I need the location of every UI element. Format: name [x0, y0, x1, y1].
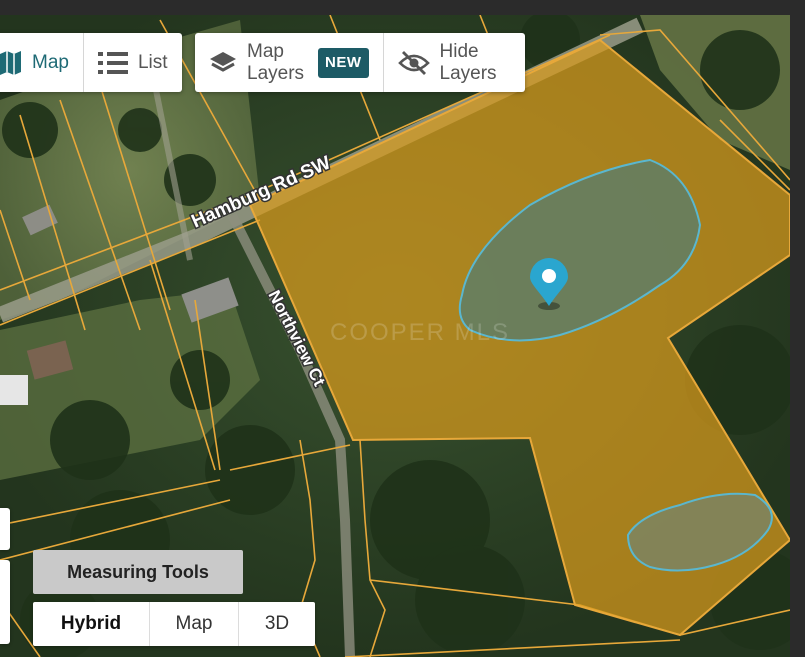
- layers-toolbar-group: Map Layers NEW Hide Layers: [195, 33, 525, 92]
- hide-layers-label-line2: Layers: [439, 62, 497, 84]
- map-type-3d[interactable]: 3D: [239, 602, 315, 646]
- eye-slash-icon: [397, 50, 430, 75]
- layers-icon: [210, 51, 236, 72]
- new-badge: NEW: [318, 47, 369, 78]
- hide-layers-button[interactable]: Hide Layers: [384, 33, 525, 92]
- left-edge-control-2[interactable]: [0, 560, 10, 644]
- watermark: COOPER MLS: [330, 319, 510, 346]
- list-icon: [97, 51, 128, 74]
- map-fold-icon: [0, 50, 21, 75]
- map-layers-label-line2: Layers: [247, 62, 305, 84]
- hide-layers-label-line1: Hide: [439, 40, 479, 62]
- map-type-hybrid[interactable]: Hybrid: [33, 602, 150, 646]
- map-view-button[interactable]: Map: [0, 33, 84, 92]
- list-view-label: List: [137, 51, 168, 73]
- map-type-map[interactable]: Map: [150, 602, 239, 646]
- house: [0, 375, 28, 405]
- map-layers-button[interactable]: Map Layers NEW: [195, 33, 384, 92]
- map-type-selector: Hybrid Map 3D: [33, 602, 315, 646]
- measuring-tools-button[interactable]: Measuring Tools: [33, 550, 243, 594]
- left-edge-control[interactable]: [0, 508, 10, 550]
- map-layers-label-line1: Map: [247, 40, 284, 62]
- list-view-button[interactable]: List: [84, 33, 182, 92]
- view-toggle-group: Map List: [0, 33, 182, 92]
- map-view-label: Map: [32, 51, 69, 73]
